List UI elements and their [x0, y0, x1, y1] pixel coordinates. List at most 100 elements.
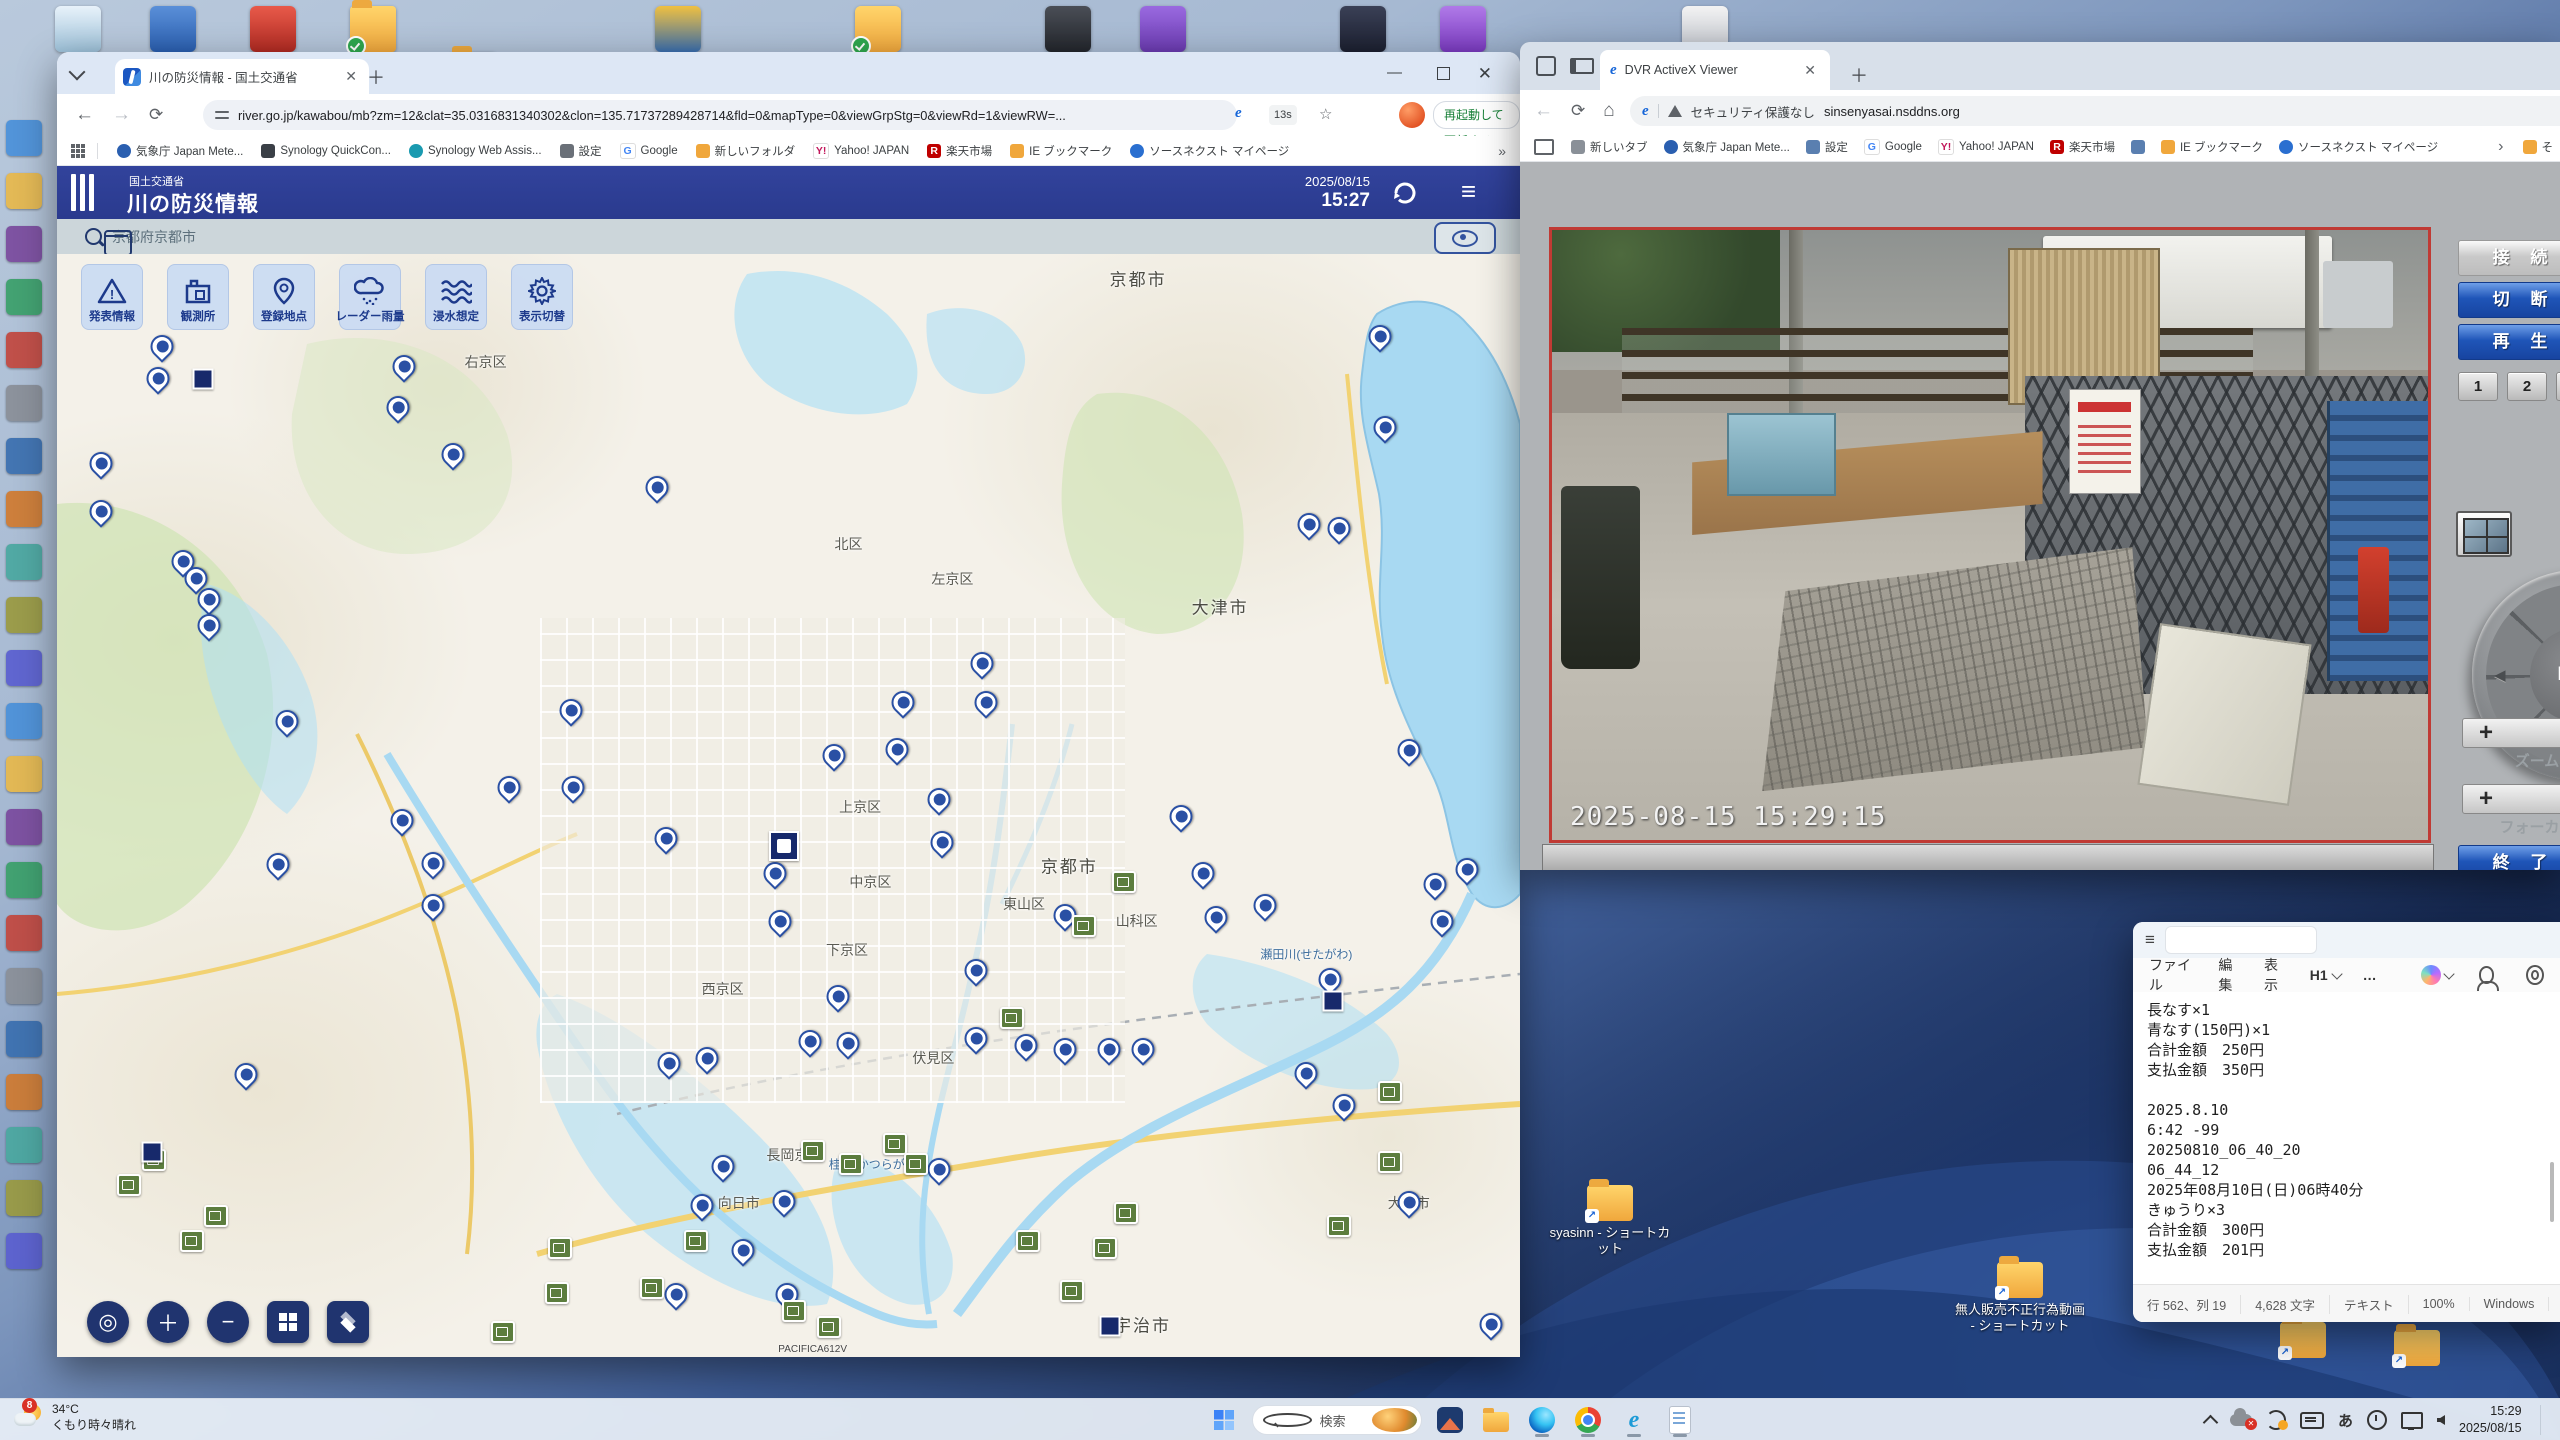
camera-marker[interactable] [1112, 871, 1136, 893]
workspaces-icon[interactable] [1536, 56, 1556, 76]
bookmark-item[interactable]: ソースネクスト マイページ [2272, 136, 2445, 158]
water-level-marker[interactable] [660, 1278, 693, 1311]
water-level-marker[interactable] [85, 447, 118, 480]
vertical-tabs-icon[interactable] [1570, 58, 1594, 74]
reading-list-icon[interactable] [1534, 139, 1554, 155]
desktop-icon[interactable] [6, 915, 42, 951]
water-level-marker[interactable] [493, 771, 526, 804]
notepad-tab[interactable] [2165, 926, 2317, 954]
desktop-icon[interactable] [6, 491, 42, 527]
desktop-icon[interactable] [6, 120, 42, 156]
water-level-marker[interactable] [1426, 906, 1459, 939]
water-level-marker[interactable] [818, 739, 851, 772]
desktop-shortcut[interactable]: ↗無人販売不正行為動画 - ショートカット [1955, 1262, 2085, 1335]
desktop-icon[interactable] [6, 332, 42, 368]
bookmark-item[interactable]: Synology QuickCon... [254, 141, 398, 161]
menu-view[interactable]: 表示 [2264, 955, 2288, 995]
maximize-button[interactable] [1437, 67, 1450, 80]
water-level-marker[interactable] [1474, 1308, 1507, 1341]
camera-marker[interactable] [117, 1174, 141, 1196]
water-level-marker[interactable] [193, 609, 226, 642]
camera-video-feed[interactable]: 2025-08-15 15:29:15 [1549, 227, 2431, 843]
water-level-marker[interactable] [229, 1058, 262, 1091]
water-level-marker[interactable] [832, 1027, 865, 1060]
account-icon[interactable] [2479, 966, 2495, 984]
camera-marker[interactable] [801, 1140, 825, 1162]
camera-marker[interactable] [1378, 1081, 1402, 1103]
water-level-marker[interactable] [959, 954, 992, 987]
camera-marker[interactable] [1016, 1230, 1040, 1252]
desktop-icon[interactable] [6, 756, 42, 792]
taskbar-chrome[interactable] [1570, 1402, 1606, 1438]
water-level-marker[interactable] [763, 906, 796, 939]
desktop-icon-app-shield-red[interactable] [250, 6, 296, 52]
visibility-toggle-button[interactable] [1434, 222, 1496, 254]
camera-marker[interactable] [640, 1277, 664, 1299]
ptz-control-wheel[interactable]: PTZ ▲ ▼ ◀ ▶ [2472, 570, 2560, 780]
weather-widget[interactable]: 8 34°C くもり時々晴れ [14, 1402, 136, 1433]
water-level-marker[interactable] [554, 694, 587, 727]
ptz-left-arrow[interactable]: ◀ [2494, 666, 2506, 684]
reload-icon[interactable]: ⟳ [149, 105, 163, 125]
menu-edit[interactable]: 編集 [2218, 955, 2242, 995]
site-settings-icon[interactable] [215, 109, 229, 121]
desktop-icon[interactable] [6, 862, 42, 898]
legend-button[interactable] [267, 1301, 309, 1343]
desktop-shortcut[interactable]: ↗ [2238, 1322, 2368, 1362]
taskbar-clock[interactable]: 15:29 2025/08/15 [2459, 1403, 2522, 1437]
desktop-icon[interactable] [6, 1180, 42, 1216]
desktop-icon[interactable] [6, 385, 42, 421]
desktop-shortcut[interactable]: ↗syasinn - ショートカット [1545, 1185, 1675, 1258]
water-level-marker[interactable] [649, 822, 682, 855]
bookmark-item[interactable]: GGoogle [1857, 136, 1929, 158]
apps-grid-icon[interactable] [71, 144, 85, 158]
map-tool-station[interactable]: 観測所 [167, 264, 229, 330]
bookmark-item[interactable]: R楽天市場 [920, 140, 999, 162]
water-level-marker[interactable] [1322, 512, 1355, 545]
desktop-icon-app-moon-dark[interactable] [1340, 6, 1386, 52]
desktop-icon[interactable] [6, 173, 42, 209]
water-level-marker[interactable] [965, 648, 998, 681]
water-level-marker[interactable] [1049, 1034, 1082, 1067]
desktop-icon-folder-media[interactable] [855, 6, 901, 52]
network-monitor-icon[interactable] [2401, 1412, 2423, 1429]
ime-indicator[interactable]: あ [2338, 1410, 2353, 1431]
chrome-address-bar[interactable]: river.go.jp/kawabou/mb?zm=12&clat=35.031… [203, 100, 1237, 130]
water-level-marker[interactable] [880, 734, 913, 767]
desktop-shortcut[interactable]: ↗ [2352, 1330, 2482, 1370]
new-tab-button[interactable]: ＋ [367, 64, 385, 90]
edge-active-tab[interactable]: e DVR ActiveX Viewer ✕ [1600, 50, 1830, 90]
zoom-in-button[interactable]: ＋ [147, 1301, 189, 1343]
bookmark-star-icon[interactable]: ☆ [1319, 105, 1332, 123]
water-level-marker[interactable] [1093, 1034, 1126, 1067]
camera-marker[interactable] [204, 1205, 228, 1227]
desktop-icon-app-p-purple[interactable] [1440, 6, 1486, 52]
camera-marker[interactable] [1114, 1202, 1138, 1224]
menu-more[interactable]: … [2363, 967, 2377, 983]
zoom-out-button[interactable]: − [207, 1301, 249, 1343]
desktop-icon[interactable] [6, 438, 42, 474]
water-level-marker[interactable] [1451, 853, 1484, 886]
focus-plus[interactable]: + [2479, 785, 2493, 813]
exit-button[interactable]: 終 了 [2458, 845, 2560, 870]
onedrive-error-icon[interactable] [2230, 1414, 2252, 1426]
channel-3-button[interactable]: 3 [2556, 372, 2560, 401]
focus-control[interactable]: + − [2462, 784, 2560, 814]
chrome-update-button[interactable]: 再起動して更新する [1433, 101, 1520, 129]
bookmark-item[interactable]: R楽天市場 [2043, 136, 2122, 158]
forward-icon[interactable]: → [112, 104, 131, 126]
camera-marker[interactable] [839, 1153, 863, 1175]
ie-mode-icon[interactable]: e [1235, 104, 1242, 122]
water-level-marker[interactable] [1393, 735, 1426, 768]
water-level-marker[interactable] [690, 1042, 723, 1075]
desktop-icon[interactable] [6, 1074, 42, 1110]
disconnect-button[interactable]: 切 断 [2458, 282, 2560, 318]
copilot-button[interactable] [2421, 965, 2453, 985]
clock-app-icon[interactable] [2367, 1410, 2387, 1430]
camera-marker[interactable] [545, 1282, 569, 1304]
refresh-icon[interactable] [1390, 178, 1420, 208]
bookmark-item[interactable]: 気象庁 Japan Mete... [110, 140, 250, 162]
water-level-marker[interactable] [1290, 1057, 1323, 1090]
show-desktop-button[interactable] [2540, 1405, 2545, 1435]
camera-marker[interactable] [1060, 1280, 1084, 1302]
